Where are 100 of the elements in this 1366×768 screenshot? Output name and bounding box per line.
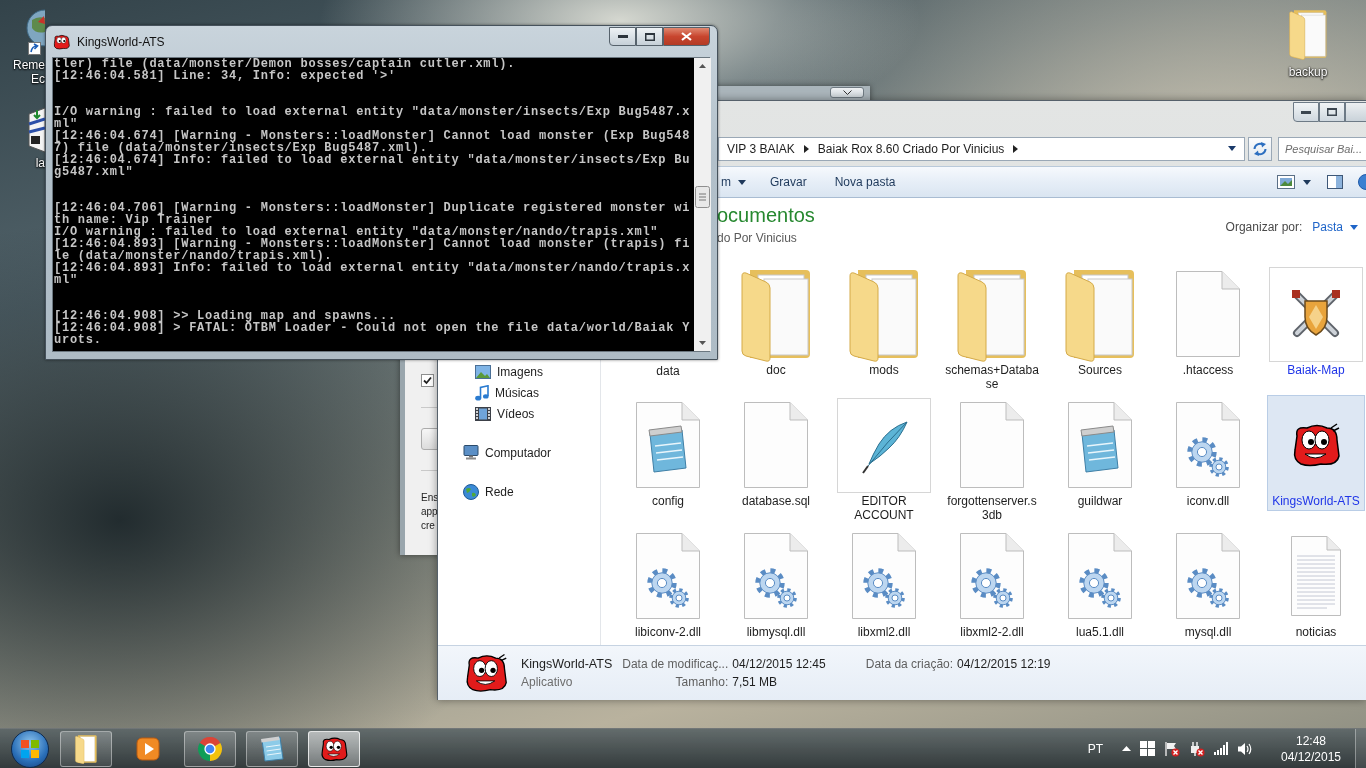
minimize-button[interactable] — [609, 27, 636, 46]
start-button[interactable] — [11, 729, 49, 768]
log-line: I/O warning : failed to load external entity "data/monster/nando/trapis.xml" — [54, 226, 659, 238]
nav-item[interactable]: Vídeos — [438, 403, 535, 424]
creature-icon — [53, 33, 70, 50]
grid-icon[interactable] — [1140, 741, 1155, 756]
file-item[interactable]: Baiak-Map — [1267, 264, 1365, 380]
gear-file-icon — [1176, 533, 1240, 619]
log-line: [12:46:04.893] [Warning - Monsters::loadMonster] Cannot load monster (trapis) file (data/monster/nando/trapis.xml). — [54, 238, 692, 262]
creature-icon — [1291, 422, 1341, 468]
address-bar[interactable]: VIP 3 BAIAK Baiak Rox 8.60 Criado Por Vinicius — [718, 136, 1245, 161]
file-item[interactable]: config — [619, 395, 717, 511]
search-field[interactable]: Pesquisar Bai... — [1278, 136, 1366, 161]
clock-time[interactable]: 12:48 — [1296, 732, 1326, 749]
close-button[interactable] — [663, 27, 710, 46]
signal-bars-icon[interactable] — [1214, 742, 1229, 755]
file-item[interactable]: libxml2-2.dll — [943, 526, 1041, 642]
help-icon[interactable] — [1355, 174, 1366, 190]
language-indicator[interactable]: PT — [1087, 741, 1103, 756]
monitor-icon — [463, 445, 479, 460]
window-title: KingsWorld-ATS — [77, 34, 165, 49]
maximize-icon — [644, 32, 655, 41]
log-line: [12:46:04.893] Info: failed to load external entity "data/monster/nando/trapis.xml" — [54, 262, 692, 286]
file-item[interactable]: libmysql.dll — [727, 526, 825, 642]
maximize-button[interactable] — [636, 27, 663, 46]
gear-file-icon — [960, 533, 1024, 619]
maximize-button[interactable] — [1319, 102, 1345, 122]
gear-file-icon — [852, 533, 916, 619]
file-item[interactable]: schemas+Database — [943, 264, 1041, 394]
notepad-icon — [260, 735, 284, 762]
file-item[interactable]: data — [654, 363, 682, 378]
file-item[interactable]: noticias — [1267, 526, 1365, 642]
close-button[interactable] — [1345, 102, 1366, 122]
creature-icon — [464, 652, 508, 694]
play-icon — [136, 736, 160, 761]
file-icon — [960, 402, 1024, 488]
music-note-icon — [475, 384, 489, 401]
file-item[interactable]: KingsWorld-ATS — [1267, 395, 1365, 511]
file-item[interactable]: iconv.dll — [1159, 395, 1257, 511]
log-line: [12:46:04.581] Line: 34, Info: expected '>' — [54, 70, 396, 82]
file-name: KingsWorld-ATS — [521, 657, 613, 671]
taskbar-button[interactable] — [246, 730, 298, 767]
toolbar-button[interactable]: Nova pasta — [820, 170, 910, 194]
shield-swords-icon — [1269, 266, 1363, 362]
pane-icon — [1327, 175, 1343, 189]
nav-item[interactable]: Imagens — [438, 361, 544, 382]
up-arrow-icon[interactable] — [1122, 746, 1131, 751]
nav-item[interactable]: Computador — [438, 442, 552, 463]
taskbar-button[interactable] — [60, 730, 112, 767]
breadcrumb[interactable]: VIP 3 BAIAK — [721, 138, 801, 159]
refresh-button[interactable] — [1248, 136, 1272, 161]
flag-cross-icon[interactable] — [1164, 740, 1180, 757]
caret-icon[interactable] — [1228, 146, 1236, 151]
notepad-file-icon — [1068, 402, 1132, 488]
show-desktop-button[interactable] — [1355, 729, 1366, 768]
toolbar-button[interactable]: m — [719, 170, 756, 194]
arrange-dropdown[interactable]: Pasta — [1312, 220, 1358, 234]
caret-icon — [1350, 224, 1358, 230]
minimize-icon — [617, 35, 628, 38]
file-item[interactable]: libxml2.dll — [835, 526, 933, 642]
breadcrumb[interactable]: Baiak Rox 8.60 Criado Por Vinicius — [811, 138, 1011, 159]
file-item[interactable]: EDITOR ACCOUNT — [835, 395, 933, 525]
file-item[interactable]: doc — [727, 264, 825, 380]
log-line: [12:46:04.674] [Warning - Monsters::loadMonster] Cannot load monster (Exp Bug5487) file (data/monster/insects/Exp Bug5487.xml). — [54, 130, 692, 154]
minimize-button[interactable] — [1293, 102, 1319, 122]
nav-item[interactable]: Rede — [438, 481, 514, 502]
file-item[interactable]: Sources — [1051, 264, 1149, 380]
clock-date[interactable]: 04/12/2015 — [1280, 748, 1342, 765]
scrollbar[interactable] — [694, 58, 711, 351]
speaker-icon[interactable] — [1238, 741, 1253, 756]
folder-icon[interactable] — [1288, 8, 1328, 60]
file-item[interactable]: mods — [835, 264, 933, 380]
log-line: [12:46:04.908] >> Loading map and spawns... — [54, 310, 397, 322]
creature-icon — [320, 735, 348, 762]
property-value: 7,51 MB — [732, 675, 778, 689]
caret-icon — [738, 179, 746, 185]
nav-item[interactable]: Músicas — [438, 382, 539, 403]
log-line: I/O warning : failed to load external entity "data/monster/insects/Exp Bug5487.xml" — [54, 106, 692, 130]
taskbar-button[interactable] — [308, 730, 360, 767]
file-item[interactable]: lua5.1.dll — [1051, 526, 1149, 642]
caret-icon — [1303, 179, 1311, 185]
scrollbar-thumb[interactable] — [695, 186, 710, 208]
gear-file-icon — [744, 533, 808, 619]
file-item[interactable]: libiconv-2.dll — [619, 526, 717, 642]
file-item[interactable]: database.sql — [727, 395, 825, 511]
toolbar-button[interactable]: Gravar — [756, 170, 821, 194]
quill-icon — [837, 397, 931, 493]
plug-cross-icon[interactable] — [1189, 740, 1205, 757]
checkbox[interactable] — [421, 374, 434, 387]
file-item[interactable]: guildwar — [1051, 395, 1149, 511]
breadcrumb-arrow-icon[interactable] — [1013, 144, 1019, 153]
file-item[interactable]: mysql.dll — [1159, 526, 1257, 642]
property-value: 04/12/2015 12:45 — [732, 657, 827, 671]
file-item[interactable]: .htaccess — [1159, 264, 1257, 380]
dropdown-button[interactable] — [830, 87, 864, 98]
paragraph-fragment: Ens app cre — [421, 491, 439, 533]
file-item[interactable]: forgottenserver.s3db — [943, 395, 1041, 525]
breadcrumb-arrow-icon[interactable] — [803, 144, 809, 153]
arrange-label: Organizar por: — [1225, 220, 1303, 234]
log-line: [12:46:04.674] Info: failed to load external entity "data/monster/insects/Exp Bug5487.xml" — [54, 154, 692, 178]
